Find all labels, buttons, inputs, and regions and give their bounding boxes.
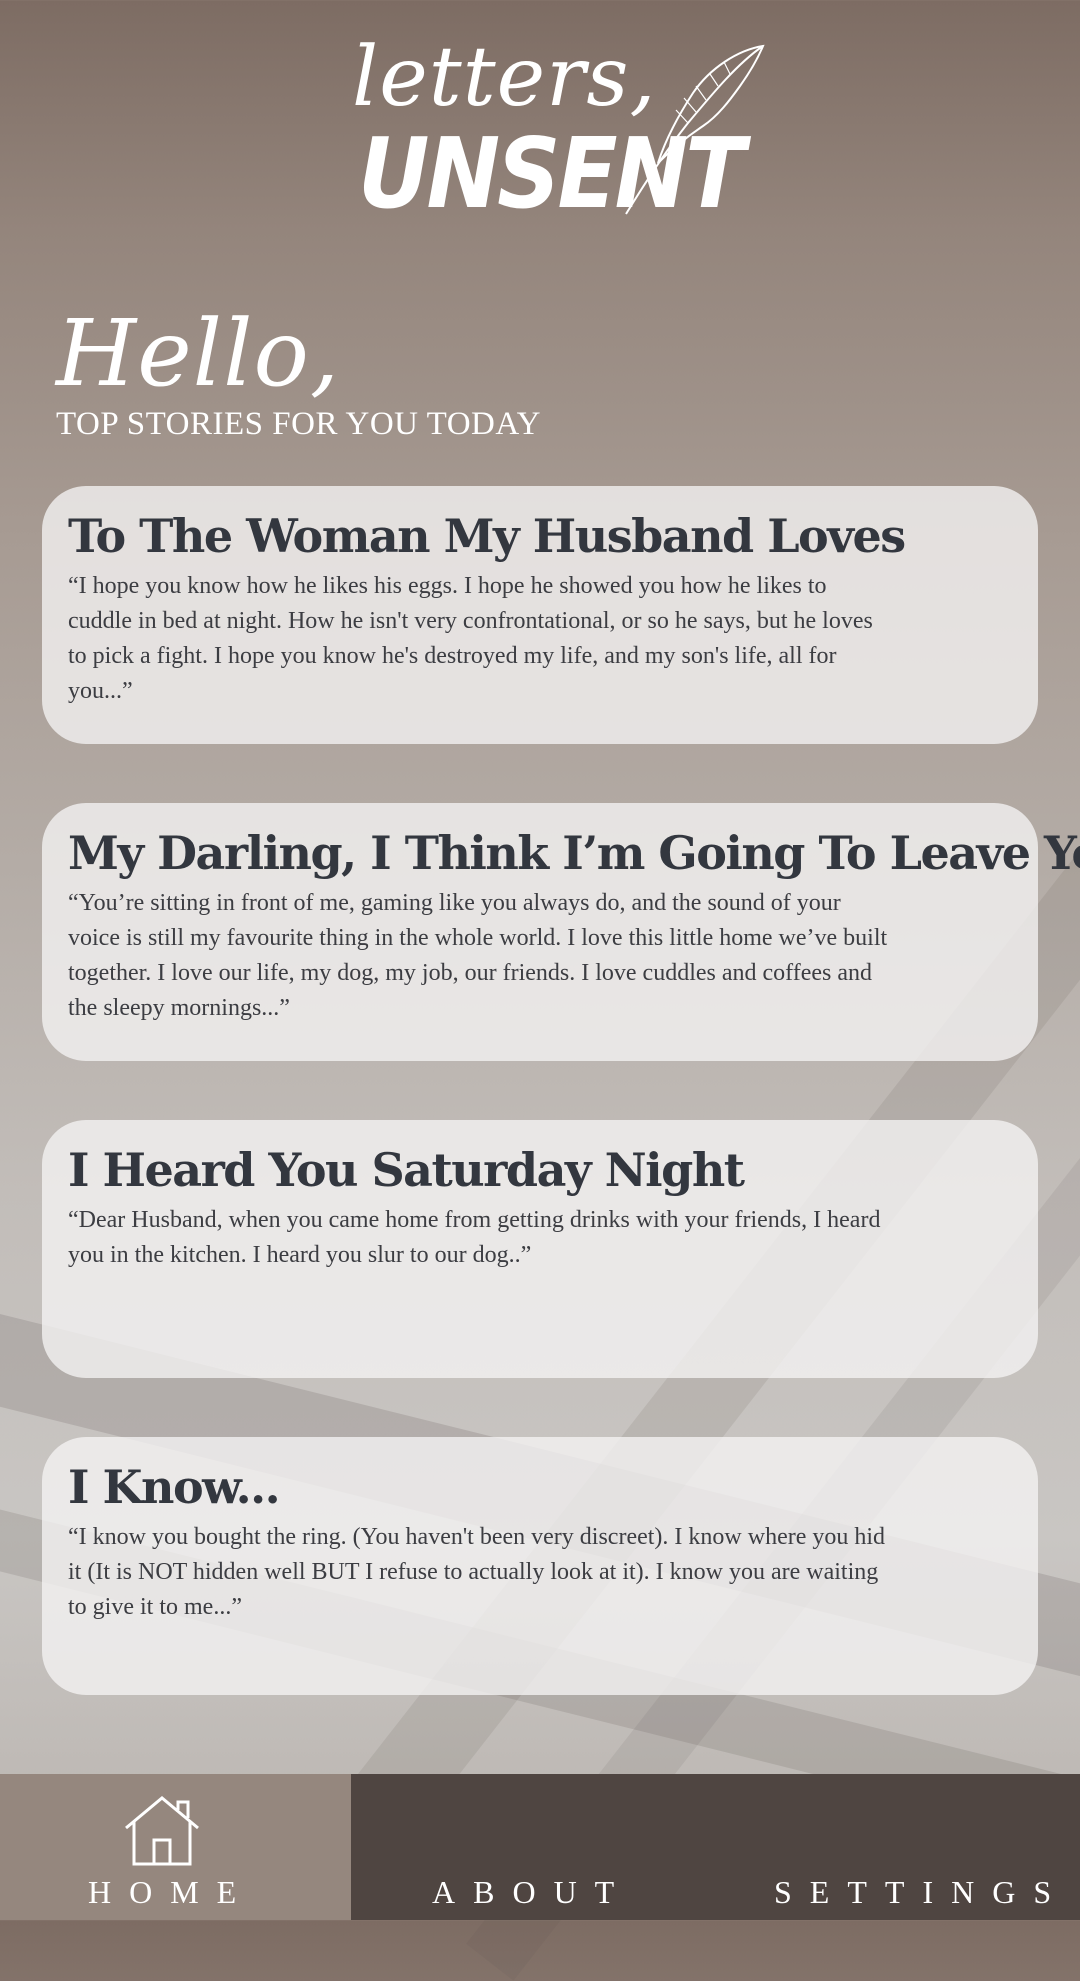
story-title[interactable]: I Know... xyxy=(68,1461,1012,1514)
nav-item-settings[interactable]: SETTINGS xyxy=(774,1874,1069,1911)
bottom-nav: HOME ABOUT SETTINGS xyxy=(0,1774,1080,1920)
story-title[interactable]: To The Woman My Husband Loves xyxy=(68,510,1012,563)
nav-label-home: HOME xyxy=(88,1874,255,1910)
nav-item-about[interactable]: ABOUT xyxy=(432,1874,632,1911)
story-card[interactable]: I Heard You Saturday Night “Dear Husband… xyxy=(42,1120,1038,1378)
greeting-subtitle: TOP STORIES FOR YOU TODAY xyxy=(56,406,542,442)
story-excerpt: “Dear Husband, when you came home from g… xyxy=(68,1206,881,1268)
story-excerpt: “You’re sitting in front of me, gaming l… xyxy=(68,889,888,1021)
nav-item-home[interactable]: HOME xyxy=(0,1774,351,1920)
greeting-hello: Hello, xyxy=(56,300,341,407)
house-icon xyxy=(125,1796,199,1866)
story-title[interactable]: I Heard You Saturday Night xyxy=(68,1144,1012,1197)
app-logo: letters, UNSENT xyxy=(340,30,780,230)
quill-icon xyxy=(625,44,765,215)
logo-script-text: letters, xyxy=(352,30,657,125)
story-title[interactable]: My Darling, I Think I’m Going To Leave Y… xyxy=(68,827,1080,880)
story-card[interactable]: I Know... “I know you bought the ring. (… xyxy=(42,1437,1038,1695)
story-card[interactable]: To The Woman My Husband Loves “I hope yo… xyxy=(42,486,1038,744)
story-card[interactable]: My Darling, I Think I’m Going To Leave Y… xyxy=(42,803,1080,1061)
story-excerpt: “I hope you know how he likes his eggs. … xyxy=(68,572,873,704)
story-excerpt: “I know you bought the ring. (You haven'… xyxy=(68,1523,886,1620)
